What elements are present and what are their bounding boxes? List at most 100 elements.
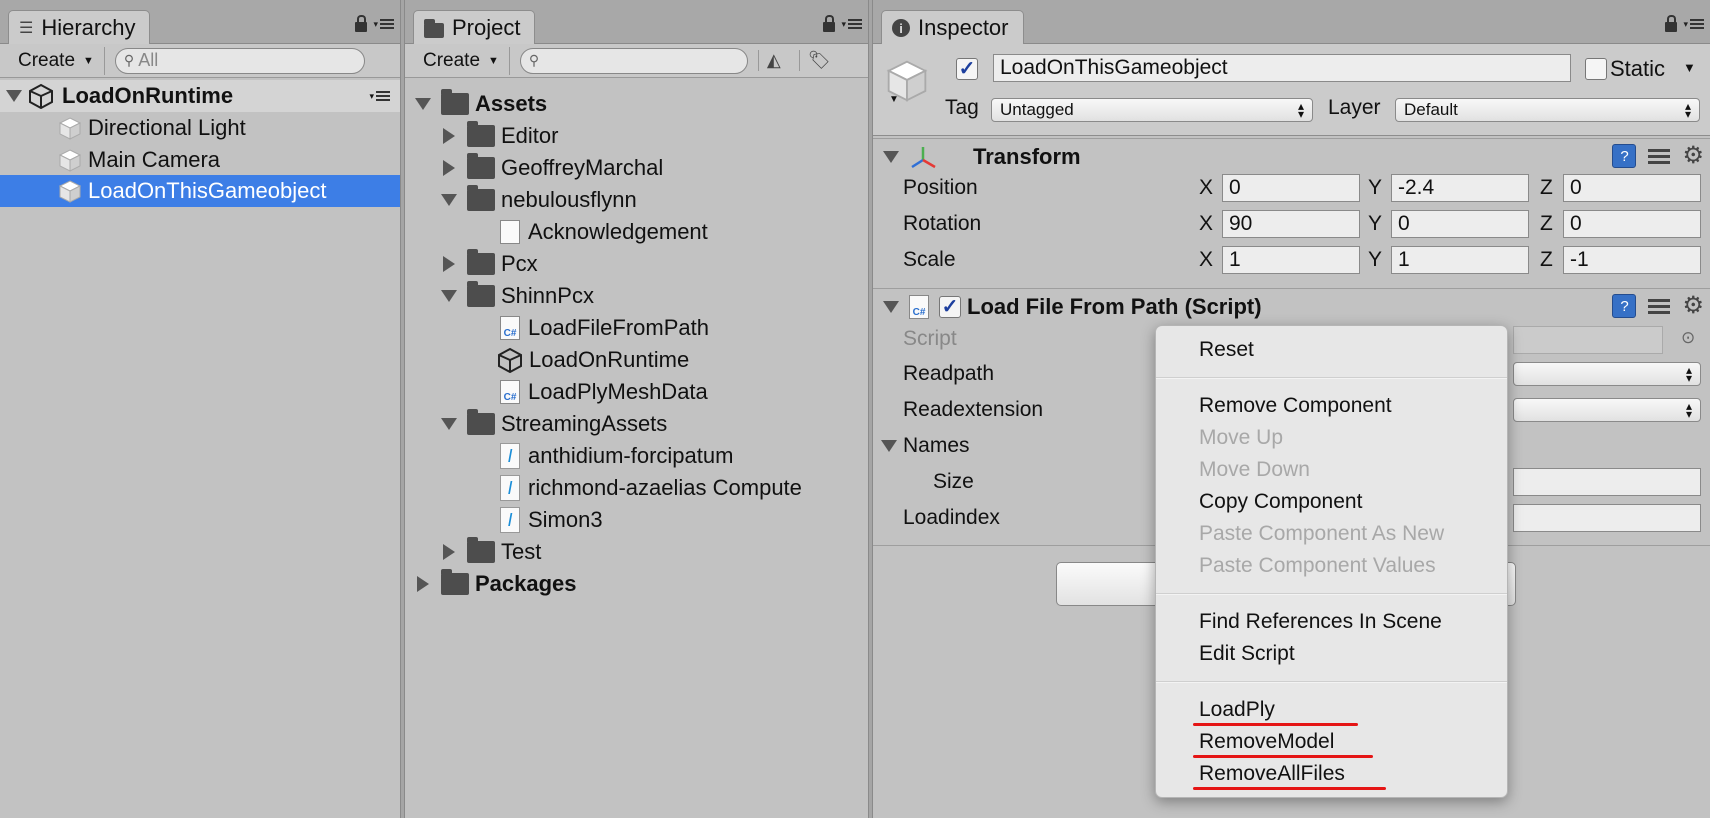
project-file[interactable]: I richmond-azaelias Compute xyxy=(405,472,868,504)
preset-sliders-icon[interactable] xyxy=(1648,295,1671,317)
rotation-x-field[interactable]: 90 xyxy=(1222,210,1360,238)
scale-z-field[interactable]: -1 xyxy=(1563,246,1701,274)
menu-item-remove-component[interactable]: Remove Component xyxy=(1199,391,1392,421)
readpath-dropdown[interactable]: ▴ ▾ xyxy=(1513,362,1701,386)
hierarchy-create-button[interactable]: Create ▼ xyxy=(8,46,105,75)
rotation-y-field[interactable]: 0 xyxy=(1391,210,1529,238)
size-field[interactable] xyxy=(1513,468,1701,496)
active-checkbox[interactable] xyxy=(956,58,978,80)
expand-triangle-icon[interactable] xyxy=(6,90,22,102)
project-folder[interactable]: GeoffreyMarchal xyxy=(405,152,868,184)
expand-triangle-icon[interactable] xyxy=(441,194,457,206)
axis-x-label[interactable]: X xyxy=(1199,172,1213,204)
filter-by-label-icon[interactable]: 🏷 xyxy=(798,50,839,71)
project-file[interactable]: I anthidium-forcipatum xyxy=(405,440,868,472)
position-z-field[interactable]: 0 xyxy=(1563,174,1701,202)
project-search-input[interactable]: ⚲ xyxy=(519,47,748,74)
static-dropdown-arrow-icon[interactable]: ▼ xyxy=(1683,60,1696,75)
menu-item-loadply[interactable]: LoadPly xyxy=(1199,695,1275,725)
expand-triangle-icon[interactable] xyxy=(883,150,899,163)
gear-icon[interactable]: ⚙ xyxy=(1682,294,1704,318)
field-value: -1 xyxy=(1570,248,1589,271)
collapsed-triangle-icon[interactable] xyxy=(443,160,455,176)
menu-item-find-references[interactable]: Find References In Scene xyxy=(1199,607,1442,637)
project-file[interactable]: Acknowledgement xyxy=(405,216,868,248)
expand-triangle-icon[interactable] xyxy=(441,418,457,430)
axis-y-label[interactable]: Y xyxy=(1368,208,1382,240)
axis-x-label[interactable]: X xyxy=(1199,208,1213,240)
loadindex-field[interactable] xyxy=(1513,504,1701,532)
project-file[interactable]: LoadOnRuntime xyxy=(405,344,868,376)
project-create-button[interactable]: Create ▼ xyxy=(413,46,510,75)
tab-menu-icon[interactable]: ▾ xyxy=(373,19,394,30)
axis-z-label[interactable]: Z xyxy=(1540,244,1553,276)
static-checkbox[interactable] xyxy=(1585,58,1607,80)
expand-triangle-icon[interactable] xyxy=(441,290,457,302)
project-folder[interactable]: nebulousflynn xyxy=(405,184,868,216)
menu-item-removemodel[interactable]: RemoveModel xyxy=(1199,727,1334,757)
object-name-value: LoadOnThisGameobject xyxy=(1000,56,1228,79)
readextension-dropdown[interactable]: ▴ ▾ xyxy=(1513,398,1701,422)
position-y-field[interactable]: -2.4 xyxy=(1391,174,1529,202)
collapsed-triangle-icon[interactable] xyxy=(417,576,429,592)
project-folder-packages[interactable]: Packages xyxy=(405,568,868,600)
lock-icon[interactable] xyxy=(1665,15,1678,32)
tag-dropdown[interactable]: Untagged ▴ ▾ xyxy=(991,98,1313,122)
project-folder[interactable]: Test xyxy=(405,536,868,568)
transform-header[interactable]: Transform ? ⚙ xyxy=(873,138,1710,174)
menu-item-removeallfiles[interactable]: RemoveAllFiles xyxy=(1199,759,1345,789)
component-enabled-checkbox[interactable] xyxy=(939,295,961,318)
axis-z-label[interactable]: Z xyxy=(1540,208,1553,240)
tab-hierarchy[interactable]: ☰ Hierarchy xyxy=(8,10,151,45)
expand-triangle-icon[interactable] xyxy=(881,440,897,452)
hierarchy-item[interactable]: Main Camera xyxy=(0,144,400,176)
expand-triangle-icon[interactable] xyxy=(883,300,899,313)
project-folder-assets[interactable]: Assets xyxy=(405,88,868,120)
rotation-z-field[interactable]: 0 xyxy=(1563,210,1701,238)
project-folder[interactable]: StreamingAssets xyxy=(405,408,868,440)
project-file[interactable]: C# LoadFileFromPath xyxy=(405,312,868,344)
collapsed-triangle-icon[interactable] xyxy=(443,128,455,144)
scene-row[interactable]: LoadOnRuntime ▾ xyxy=(0,80,400,112)
hierarchy-item-label: Main Camera xyxy=(88,147,221,172)
project-folder[interactable]: Pcx xyxy=(405,248,868,280)
menu-item-copy-component[interactable]: Copy Component xyxy=(1199,487,1362,517)
scale-x-field[interactable]: 1 xyxy=(1222,246,1360,274)
gear-icon[interactable]: ⚙ xyxy=(1682,144,1704,168)
filter-by-type-icon[interactable]: ◭ xyxy=(757,50,789,71)
project-folder[interactable]: Editor xyxy=(405,120,868,152)
tab-inspector[interactable]: i Inspector xyxy=(881,10,1024,45)
preset-sliders-icon[interactable] xyxy=(1648,145,1671,167)
scale-y-field[interactable]: 1 xyxy=(1391,246,1529,274)
project-file[interactable]: C# LoadPlyMeshData xyxy=(405,376,868,408)
expand-triangle-icon[interactable] xyxy=(415,98,431,110)
axis-y-label[interactable]: Y xyxy=(1368,244,1382,276)
layer-dropdown[interactable]: Default ▴ ▾ xyxy=(1395,98,1700,122)
project-folder[interactable]: ShinnPcx xyxy=(405,280,868,312)
menu-item-edit-script[interactable]: Edit Script xyxy=(1199,639,1295,669)
help-book-icon[interactable]: ? xyxy=(1612,144,1637,168)
hierarchy-item-selected[interactable]: LoadOnThisGameobject xyxy=(0,175,400,207)
names-foldout[interactable]: Names xyxy=(881,430,970,462)
lock-icon[interactable] xyxy=(355,15,368,32)
scene-menu-icon[interactable]: ▾ xyxy=(369,91,390,102)
collapsed-triangle-icon[interactable] xyxy=(443,256,455,272)
help-book-icon[interactable]: ? xyxy=(1612,294,1637,318)
collapsed-triangle-icon[interactable] xyxy=(443,544,455,560)
hierarchy-item[interactable]: Directional Light xyxy=(0,112,400,144)
hierarchy-search-input[interactable]: ⚲ All xyxy=(114,47,365,74)
axis-x-label[interactable]: X xyxy=(1199,244,1213,276)
tab-menu-icon[interactable]: ▾ xyxy=(1683,19,1704,30)
object-name-field[interactable]: LoadOnThisGameobject xyxy=(993,54,1571,82)
icon-dropdown-arrow-icon[interactable]: ▼ xyxy=(889,94,899,105)
project-file[interactable]: I Simon3 xyxy=(405,504,868,536)
object-picker-icon[interactable]: ⊙ xyxy=(1681,328,1695,348)
menu-item-reset[interactable]: Reset xyxy=(1199,335,1254,365)
script-component-header[interactable]: C# Load File From Path (Script) ? ⚙ xyxy=(873,288,1710,324)
tab-project[interactable]: Project xyxy=(413,10,536,45)
axis-z-label[interactable]: Z xyxy=(1540,172,1553,204)
tab-menu-icon[interactable]: ▾ xyxy=(841,19,862,30)
lock-icon[interactable] xyxy=(823,15,836,32)
position-x-field[interactable]: 0 xyxy=(1222,174,1360,202)
axis-y-label[interactable]: Y xyxy=(1368,172,1382,204)
